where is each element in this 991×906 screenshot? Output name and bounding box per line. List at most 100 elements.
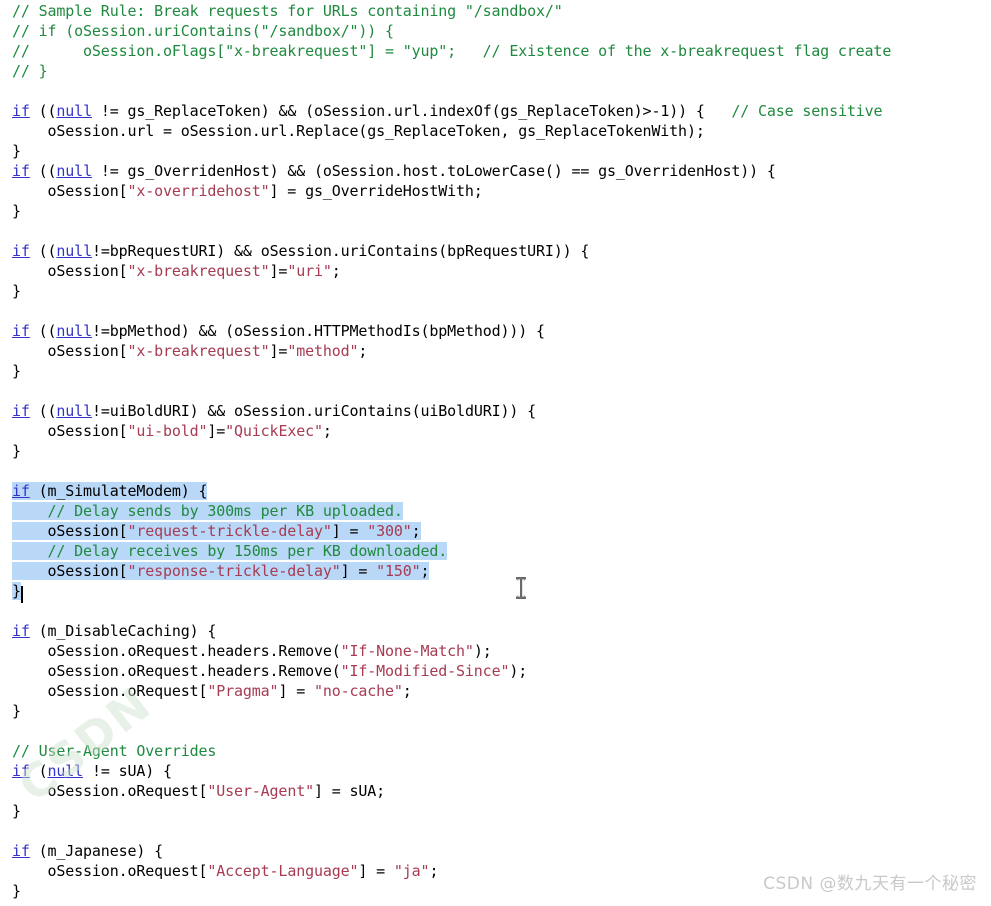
code-line[interactable] (0, 221, 991, 241)
code-token-plain: (( (29, 402, 57, 420)
code-line[interactable]: } (0, 581, 991, 603)
code-token-str: "request-trickle-delay" (127, 522, 332, 540)
code-token-plain: ; (331, 262, 341, 280)
code-token-cmt: // Delay sends by 300ms per KB uploaded. (12, 502, 403, 520)
code-line[interactable]: oSession.oRequest["User-Agent"] = sUA; (0, 781, 991, 801)
code-token-str: "QuickExec" (225, 422, 323, 440)
code-token-plain: oSession[ (12, 422, 128, 440)
code-token-kw-u: null (47, 762, 84, 780)
code-token-plain: ); (509, 662, 528, 680)
code-token-plain: oSession[ (12, 522, 128, 540)
code-line[interactable]: oSession.oRequest["Accept-Language"] = "… (0, 861, 991, 881)
code-line[interactable]: // Delay receives by 150ms per KB downlo… (0, 541, 991, 561)
code-line[interactable] (0, 601, 991, 621)
code-token-cmt: // if (oSession.uriContains("/sandbox/")… (12, 22, 394, 40)
code-line[interactable] (0, 821, 991, 841)
code-token-plain: oSession[ (12, 562, 128, 580)
code-line[interactable]: // if (oSession.uriContains("/sandbox/")… (0, 21, 991, 41)
code-line[interactable]: oSession["request-trickle-delay"] = "300… (0, 521, 991, 541)
code-line[interactable]: if ((null!=bpMethod) && (oSession.HTTPMe… (0, 321, 991, 341)
code-token-plain: != gs_OverridenHost) && (oSession.host.t… (91, 162, 776, 180)
code-token-plain: } (12, 882, 21, 900)
code-text-area[interactable]: // Sample Rule: Break requests for URLs … (0, 0, 991, 901)
code-token-plain: !=uiBoldURI) && oSession.uriContains(uiB… (91, 402, 536, 420)
code-token-plain: } (12, 142, 21, 160)
code-line[interactable]: } (0, 201, 991, 221)
code-line[interactable]: } (0, 281, 991, 301)
code-line[interactable]: } (0, 801, 991, 821)
code-token-plain: } (12, 362, 21, 380)
code-token-plain: ] = (340, 562, 377, 580)
code-token-plain: oSession.oRequest[ (12, 682, 208, 700)
code-token-plain: ] = gs_OverrideHostWith; (269, 182, 483, 200)
code-token-str: "ja" (393, 862, 430, 880)
code-token-str: "Pragma" (207, 682, 279, 700)
code-token-plain: oSession.oRequest.headers.Remove( (12, 662, 341, 680)
code-token-plain: ( (29, 762, 48, 780)
code-line[interactable]: if (m_SimulateModem) { (0, 481, 991, 501)
code-line[interactable] (0, 81, 991, 101)
code-token-kw-u: if (12, 322, 30, 340)
code-token-plain: (( (29, 322, 57, 340)
code-line[interactable]: if ((null != gs_OverridenHost) && (oSess… (0, 161, 991, 181)
code-token-kw-u: if (12, 402, 30, 420)
code-line[interactable]: // oSession.oFlags["x-breakrequest"] = "… (0, 41, 991, 61)
code-token-plain: } (12, 202, 21, 220)
code-token-plain: ; (358, 342, 368, 360)
code-line[interactable]: if ((null!=uiBoldURI) && oSession.uriCon… (0, 401, 991, 421)
code-token-plain: (( (29, 242, 57, 260)
code-line[interactable]: if ((null != gs_ReplaceToken) && (oSessi… (0, 101, 991, 121)
code-token-kw-u: null (56, 102, 92, 120)
code-line[interactable]: oSession["ui-bold"]="QuickExec"; (0, 421, 991, 441)
code-token-plain: ] = (278, 682, 314, 700)
code-line[interactable] (0, 461, 991, 481)
code-line[interactable]: // Delay sends by 300ms per KB uploaded. (0, 501, 991, 521)
code-line[interactable]: } (0, 881, 991, 901)
code-token-kw-u: null (56, 322, 92, 340)
code-line[interactable]: } (0, 361, 991, 381)
code-line[interactable]: oSession["x-breakrequest"]="method"; (0, 341, 991, 361)
code-line[interactable] (0, 721, 991, 741)
code-line[interactable]: oSession.oRequest.headers.Remove("If-Mod… (0, 661, 991, 681)
code-token-str: "x-overridehost" (127, 182, 270, 200)
code-line[interactable]: oSession["x-breakrequest"]="uri"; (0, 261, 991, 281)
code-line[interactable]: oSession.url = oSession.url.Replace(gs_R… (0, 121, 991, 141)
code-line[interactable]: if (null != sUA) { (0, 761, 991, 781)
code-token-str: "no-cache" (313, 682, 403, 700)
code-token-plain: oSession.url = oSession.url.Replace(gs_R… (12, 122, 705, 140)
code-line[interactable]: if (m_DisableCaching) { (0, 621, 991, 641)
code-line[interactable]: if ((null!=bpRequestURI) && oSession.uri… (0, 241, 991, 261)
code-line[interactable]: if (m_Japanese) { (0, 841, 991, 861)
code-line[interactable]: } (0, 701, 991, 721)
code-line[interactable]: oSession.oRequest.headers.Remove("If-Non… (0, 641, 991, 661)
code-line[interactable]: // User-Agent Overrides (0, 741, 991, 761)
code-line[interactable]: // Sample Rule: Break requests for URLs … (0, 1, 991, 21)
code-token-plain: ] = (331, 522, 368, 540)
code-token-plain: ; (322, 422, 332, 440)
code-token-plain: != sUA) { (83, 762, 172, 780)
code-token-kw-u: if (12, 242, 30, 260)
code-token-plain: oSession.oRequest.headers.Remove( (12, 642, 341, 660)
code-editor[interactable]: // Sample Rule: Break requests for URLs … (0, 0, 991, 906)
code-token-kw-u: if (12, 622, 30, 640)
code-line[interactable] (0, 301, 991, 321)
code-token-plain: ]= (269, 342, 288, 360)
code-token-plain: ; (411, 522, 421, 540)
code-token-kw-u: if (12, 762, 30, 780)
code-token-str: "150" (376, 562, 421, 580)
code-token-cmt: // Case sensitive (731, 102, 883, 120)
code-line[interactable]: } (0, 141, 991, 161)
code-token-str: "x-breakrequest" (127, 342, 270, 360)
code-line[interactable]: oSession["x-overridehost"] = gs_Override… (0, 181, 991, 201)
code-line[interactable]: oSession["response-trickle-delay"] = "15… (0, 561, 991, 581)
code-line[interactable] (0, 381, 991, 401)
code-token-str: "If-None-Match" (340, 642, 474, 660)
code-token-str: "ui-bold" (127, 422, 208, 440)
code-line[interactable]: // } (0, 61, 991, 81)
code-token-kw-u: null (56, 402, 92, 420)
code-line[interactable]: } (0, 441, 991, 461)
code-token-plain: (m_Japanese) { (29, 842, 163, 860)
code-line[interactable]: oSession.oRequest["Pragma"] = "no-cache"… (0, 681, 991, 701)
code-token-str: "300" (367, 522, 412, 540)
code-token-plain: (( (29, 162, 57, 180)
